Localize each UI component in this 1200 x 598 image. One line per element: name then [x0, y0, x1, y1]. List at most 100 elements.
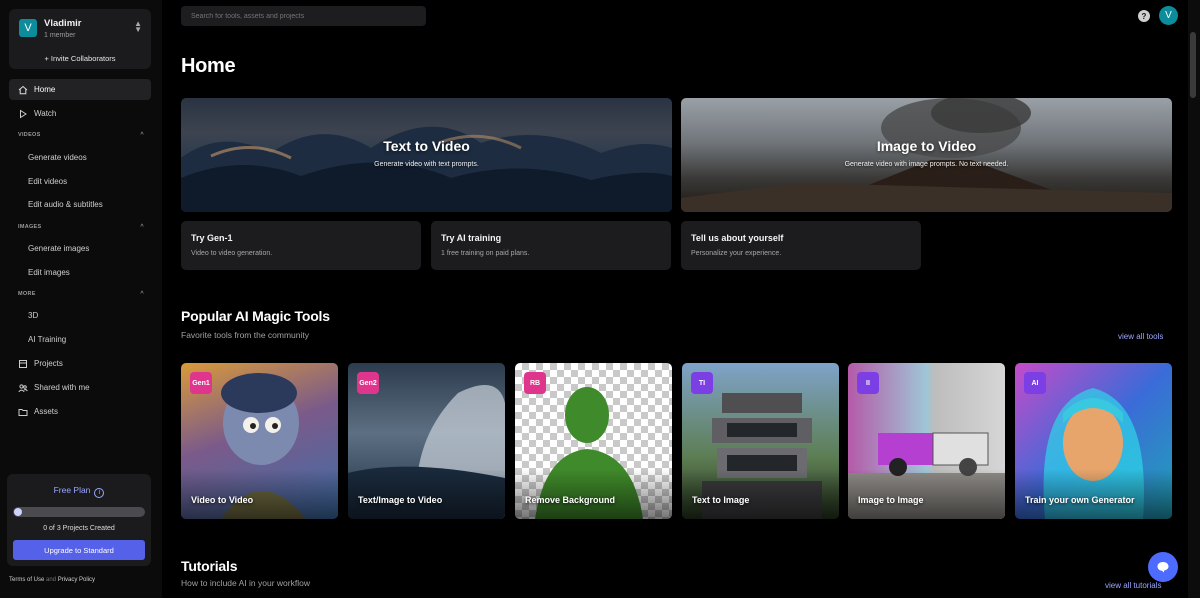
- workspace-members: 1 member: [44, 32, 76, 39]
- sidebar-item-label: Projects: [34, 359, 63, 368]
- workspace-name: Vladimir: [44, 18, 82, 29]
- section-images[interactable]: IMAGES ^: [18, 224, 144, 230]
- sidebar-item-generate-images[interactable]: Generate images: [9, 238, 151, 259]
- tutorials-subtitle: How to include AI in your workflow: [181, 578, 310, 588]
- sidebar-item-watch[interactable]: Watch: [9, 103, 151, 124]
- tool-badge: AI: [1024, 372, 1046, 394]
- hero-subtitle: Generate video with image prompts. No te…: [844, 161, 1009, 168]
- tool-badge: RB: [524, 372, 546, 394]
- section-videos[interactable]: VIDEOS ^: [18, 132, 144, 138]
- sidebar-item-label: Shared with me: [34, 383, 90, 392]
- card-title: Try Gen-1: [191, 233, 233, 243]
- chevron-up-icon[interactable]: ^: [140, 132, 144, 138]
- sidebar-item-edit-audio[interactable]: Edit audio & subtitles: [9, 194, 151, 215]
- legal-and: and: [46, 577, 57, 583]
- plan-panel: Free Plan i 0 of 3 Projects Created Upgra…: [7, 474, 151, 566]
- tool-card-remove-background[interactable]: RB Remove Background: [515, 363, 672, 519]
- sidebar-item-ai-training[interactable]: AI Training: [9, 329, 151, 350]
- tool-badge: Gen2: [357, 372, 379, 394]
- sidebar-item-label: Edit videos: [28, 177, 68, 186]
- sidebar-item-label: Generate images: [28, 244, 90, 253]
- sidebar-item-label: Edit images: [28, 268, 70, 277]
- tool-label: Text to Image: [692, 495, 750, 505]
- sidebar-item-shared[interactable]: Shared with me: [9, 377, 151, 398]
- invite-collaborators-button[interactable]: + Invite Collaborators: [9, 54, 151, 63]
- tool-badge: Gen1: [190, 372, 212, 394]
- volcano-image: [681, 98, 1172, 212]
- view-all-tools-link[interactable]: view all tools: [1118, 332, 1163, 341]
- tool-card-train-generator[interactable]: AI Train your own Generator: [1015, 363, 1172, 519]
- chevron-up-icon[interactable]: ^: [140, 224, 144, 230]
- hero-title: Image to Video: [876, 138, 977, 154]
- sidebar-item-label: Edit audio & subtitles: [28, 200, 103, 209]
- hero-subtitle: Generate video with text prompts.: [374, 161, 479, 168]
- sidebar-item-assets[interactable]: Assets: [9, 401, 151, 422]
- shared-icon: [18, 383, 28, 393]
- popular-tools-subtitle: Favorite tools from the community: [181, 330, 310, 340]
- sidebar-item-edit-images[interactable]: Edit images: [9, 262, 151, 283]
- tutorials-title: Tutorials: [181, 558, 238, 574]
- card-try-ai-training[interactable]: Try AI training 1 free training on paid …: [431, 221, 671, 270]
- card-title: Try AI training: [441, 233, 502, 243]
- card-subtitle: 1 free training on paid plans.: [441, 250, 530, 257]
- card-try-gen1[interactable]: Try Gen-1 Video to video generation.: [181, 221, 421, 270]
- tool-label: Train your own Generator: [1025, 495, 1135, 505]
- sidebar-item-label: AI Training: [28, 335, 67, 344]
- tool-label: Image to Image: [858, 495, 924, 505]
- tool-label: Text/Image to Video: [358, 495, 443, 505]
- help-icon[interactable]: ?: [1138, 10, 1150, 22]
- sidebar-item-generate-videos[interactable]: Generate videos: [9, 147, 151, 168]
- tool-badge: TI: [691, 372, 713, 394]
- tool-label: Remove Background: [525, 495, 616, 505]
- sidebar-item-label: Generate videos: [28, 153, 87, 162]
- progress-knob: [14, 508, 22, 516]
- sidebar-item-home[interactable]: Home: [9, 79, 151, 100]
- view-all-tutorials-link[interactable]: view all tutorials: [1105, 581, 1161, 590]
- sidebar-item-edit-videos[interactable]: Edit videos: [9, 171, 151, 192]
- home-icon: [18, 85, 28, 95]
- tool-card-image-to-image[interactable]: II Image to Image: [848, 363, 1005, 519]
- tool-label: Video to Video: [191, 495, 254, 505]
- card-title: Tell us about yourself: [691, 233, 784, 243]
- card-subtitle: Video to video generation.: [191, 250, 273, 257]
- legal-links: Terms of Use and Privacy Policy: [9, 577, 95, 583]
- card-tell-us[interactable]: Tell us about yourself Personalize your …: [681, 221, 921, 270]
- workspace-avatar: V: [19, 19, 37, 37]
- popular-tools-title: Popular AI Magic Tools: [181, 308, 330, 324]
- page-title: Home: [181, 55, 236, 77]
- tool-card-text-image-to-video[interactable]: Gen2 Text/Image to Video: [348, 363, 505, 519]
- tool-card-text-to-image[interactable]: TI Text to Image: [682, 363, 839, 519]
- sidebar-item-label: Home: [34, 85, 56, 94]
- sidebar-item-3d[interactable]: 3D: [9, 305, 151, 326]
- info-icon[interactable]: i: [94, 488, 105, 498]
- privacy-link[interactable]: Privacy Policy: [58, 577, 95, 583]
- chat-icon[interactable]: [1148, 552, 1178, 582]
- user-avatar[interactable]: V: [1159, 6, 1178, 25]
- chevron-updown-icon[interactable]: ▲ ▼: [134, 20, 142, 34]
- terms-link[interactable]: Terms of Use: [9, 577, 44, 583]
- hero-text-to-video[interactable]: Text to Video Generate video with text p…: [181, 98, 672, 212]
- projects-progress-bar: [13, 507, 145, 517]
- upgrade-button[interactable]: Upgrade to Standard: [13, 540, 145, 560]
- section-more[interactable]: MORE ^: [18, 291, 144, 297]
- sidebar-item-label: 3D: [28, 311, 39, 320]
- play-icon: [18, 109, 28, 119]
- projects-icon: [18, 359, 28, 369]
- sidebar: V Vladimir 1 member ▲ ▼ + Invite Collabor…: [0, 0, 162, 598]
- sidebar-item-projects[interactable]: Projects: [9, 353, 151, 374]
- ocean-wave-image: [181, 126, 672, 212]
- card-subtitle: Personalize your experience.: [691, 250, 782, 257]
- tool-badge: II: [857, 372, 879, 394]
- sidebar-item-label: Watch: [34, 109, 57, 118]
- hero-title: Text to Video: [383, 138, 470, 154]
- sidebar-item-label: Assets: [34, 407, 59, 416]
- projects-count: 0 of 3 Projects Created: [43, 525, 115, 532]
- folder-icon: [18, 407, 28, 417]
- tool-card-video-to-video[interactable]: Gen1 Video to Video: [181, 363, 338, 519]
- scrollbar-thumb[interactable]: [1190, 32, 1196, 98]
- plan-title: Free Plan i: [7, 485, 151, 498]
- search-input[interactable]: [181, 6, 426, 26]
- chevron-up-icon[interactable]: ^: [140, 291, 144, 297]
- workspace-switcher[interactable]: V Vladimir 1 member ▲ ▼ + Invite Collabor…: [9, 9, 151, 69]
- hero-image-to-video[interactable]: Image to Video Generate video with image…: [681, 98, 1172, 212]
